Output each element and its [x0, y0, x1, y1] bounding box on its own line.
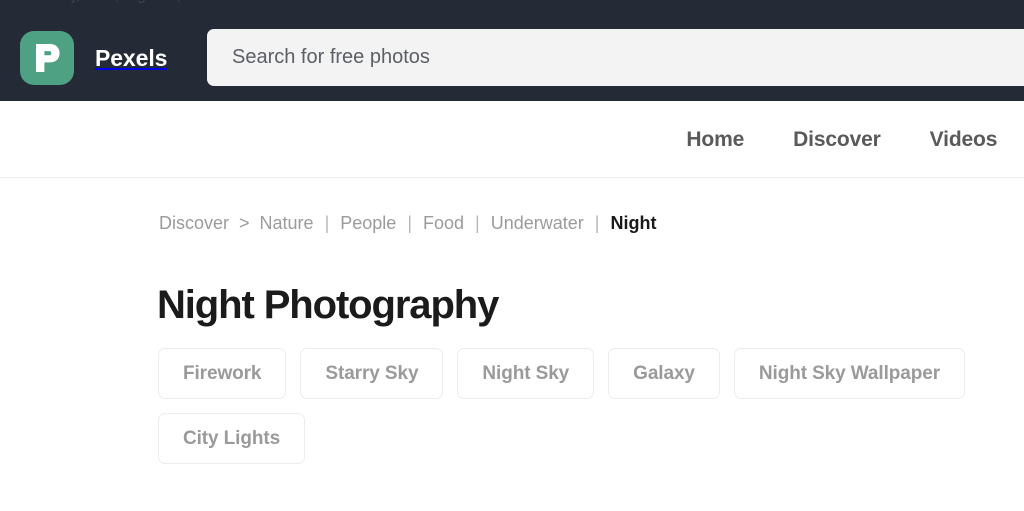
search-input[interactable]	[232, 46, 832, 69]
tag-pill-city-lights[interactable]: City Lights	[158, 413, 306, 464]
tag-pill-starry-sky[interactable]: Starry Sky	[300, 348, 444, 399]
clipped-top-row-text: lili i . . . . . j,i . . . , i" g . . i …	[0, 0, 1024, 4]
breadcrumb-separator: |	[594, 213, 600, 233]
tag-pill-night-sky-wallpaper[interactable]: Night Sky Wallpaper	[733, 348, 965, 399]
primary-nav-bar: Home Discover Videos Lea	[0, 101, 1024, 178]
nav-item-home[interactable]: Home	[686, 128, 744, 152]
brand-home-link[interactable]: Pexels	[20, 31, 167, 85]
pexels-p-logo-icon	[20, 31, 74, 85]
tag-pill-galaxy[interactable]: Galaxy	[608, 348, 720, 399]
site-header: Pexels	[0, 0, 1024, 101]
brand-name: Pexels	[95, 44, 168, 71]
clipped-top-row: lili i . . . . . j,i . . . , i" g . . i …	[0, 0, 1024, 9]
search-bar[interactable]	[207, 29, 1024, 86]
breadcrumb-separator: |	[324, 213, 330, 233]
tag-pill-night-sky[interactable]: Night Sky	[457, 348, 595, 399]
breadcrumb-separator: |	[407, 213, 412, 233]
breadcrumb-separator: |	[475, 213, 480, 233]
breadcrumb-item-people[interactable]: People	[340, 213, 396, 234]
nav-item-videos[interactable]: Videos	[930, 128, 998, 152]
breadcrumb-item-night-current: Night	[610, 213, 657, 233]
nav-item-discover[interactable]: Discover	[793, 128, 881, 152]
breadcrumb-item-underwater[interactable]: Underwater	[491, 213, 584, 234]
breadcrumb-arrow-icon: >	[239, 213, 250, 233]
nav-links: Home Discover Videos Lea	[637, 101, 1024, 178]
breadcrumb-item-nature[interactable]: Nature	[260, 213, 314, 234]
page-title: Night Photography	[157, 283, 499, 327]
tag-pill-firework[interactable]: Firework	[158, 348, 287, 399]
breadcrumb-root-discover[interactable]: Discover	[159, 213, 229, 234]
breadcrumb: Discover > Nature | People | Food | Unde…	[159, 213, 656, 234]
breadcrumb-item-food[interactable]: Food	[423, 213, 464, 234]
related-tag-list: Firework Starry Sky Night Sky Galaxy Nig…	[158, 348, 1024, 464]
